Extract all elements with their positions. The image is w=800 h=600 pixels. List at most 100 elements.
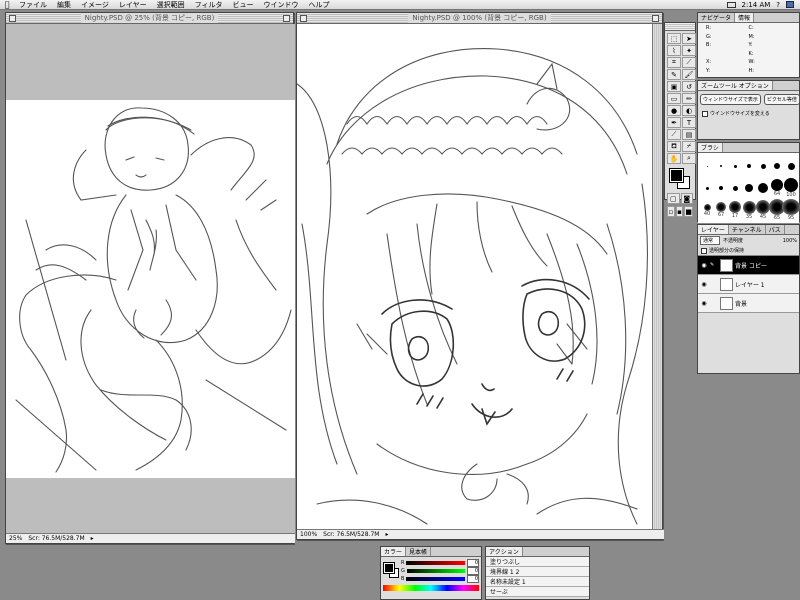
close-box-icon[interactable] xyxy=(9,15,16,22)
brush-preset[interactable] xyxy=(700,155,714,177)
photoshop-app-icon[interactable] xyxy=(786,1,794,8)
scratch-size[interactable]: Scr: 76.5M/528.7M xyxy=(28,535,84,542)
zoom-box-icon[interactable] xyxy=(283,15,290,22)
tab-swatches[interactable]: 見本帳 xyxy=(406,547,432,556)
brush-preset[interactable] xyxy=(714,155,728,177)
pencil-icon[interactable]: ✏ xyxy=(682,93,696,104)
menu-edit[interactable]: 編集 xyxy=(52,0,76,10)
tab-navigator[interactable]: ナビゲータ xyxy=(698,13,736,22)
document-window-large[interactable]: Nighty.PSD @ 100% (背景 コピー, RGB) 100% Scr… xyxy=(296,12,664,540)
brush-preset[interactable]: 45 xyxy=(756,199,770,221)
zoom-level[interactable]: 25% xyxy=(9,535,22,542)
screen-mode-menu-icon[interactable]: ▪ xyxy=(675,206,684,217)
brushes-palette[interactable]: ブラシ 64 100 40 67 17 35 45 65 95 xyxy=(697,142,800,223)
brush-preset[interactable] xyxy=(700,177,714,199)
menu-filter[interactable]: フィルタ xyxy=(190,0,228,10)
help-icon[interactable]: ? xyxy=(776,1,780,9)
menu-select[interactable]: 選択範囲 xyxy=(152,0,190,10)
canvas-large[interactable] xyxy=(297,24,653,530)
title-bar[interactable]: Nighty.PSD @ 100% (背景 コピー, RGB) xyxy=(297,13,662,24)
measure-icon[interactable]: ⟋ xyxy=(667,129,681,140)
tab-layers[interactable]: レイヤー xyxy=(698,225,729,234)
zoom-level[interactable]: 100% xyxy=(300,531,317,538)
brush-preset[interactable]: 35 xyxy=(742,199,756,221)
magic-wand-icon[interactable]: ✦ xyxy=(682,45,696,56)
brush-preset[interactable] xyxy=(756,177,770,199)
color-swatches[interactable] xyxy=(667,168,693,190)
screen-mode-standard-icon[interactable]: ▫ xyxy=(667,206,675,217)
slider-b-value[interactable]: 0 xyxy=(467,575,479,583)
tab-color[interactable]: カラー xyxy=(381,547,407,556)
monitor-icon[interactable] xyxy=(726,1,736,8)
brush-preset[interactable]: 95 xyxy=(782,199,800,221)
brush-preset[interactable]: 67 xyxy=(714,199,728,221)
document-window-small[interactable]: Nighty.PSD @ 25% (背景 コピー, RGB) 25% Scr: … xyxy=(5,12,295,544)
menubar-clock[interactable]: 2:14 AM xyxy=(742,1,771,9)
eraser-icon[interactable]: ▭ xyxy=(667,93,681,104)
action-item[interactable]: 塗りつぶし xyxy=(486,557,589,567)
layer-row[interactable]: ◉ 背景 xyxy=(698,294,799,313)
slider-b-track[interactable] xyxy=(406,577,465,581)
tab-paths[interactable]: パス xyxy=(766,225,785,234)
preserve-transparency-checkbox[interactable] xyxy=(701,247,707,254)
status-arrow-icon[interactable]: ▸ xyxy=(91,535,94,542)
tab-info[interactable]: 情報 xyxy=(735,13,755,22)
gradient-icon[interactable]: ▤ xyxy=(682,129,696,140)
quickmask-mode-icon[interactable]: ◙ xyxy=(680,193,693,204)
brush-preset[interactable] xyxy=(784,155,798,177)
opacity-value[interactable]: 100% xyxy=(783,238,797,244)
action-item[interactable]: 名称未設定 1 xyxy=(486,577,589,587)
stamp-icon[interactable]: ▣ xyxy=(667,81,681,92)
brush-preset[interactable] xyxy=(742,177,756,199)
menu-help[interactable]: ヘルプ xyxy=(304,0,335,10)
action-item[interactable]: せーぶ xyxy=(486,587,589,597)
menu-layer[interactable]: レイヤー xyxy=(114,0,152,10)
pen-icon[interactable]: ✒ xyxy=(667,117,681,128)
crop-icon[interactable]: ⌗ xyxy=(667,57,681,68)
brush-preset[interactable] xyxy=(728,155,742,177)
airbrush-icon[interactable]: ✎ xyxy=(667,69,681,80)
apple-menu-icon[interactable]:  xyxy=(0,0,14,9)
blend-mode-select[interactable]: 通常 xyxy=(700,236,721,245)
paintbrush-icon[interactable]: 🖌 xyxy=(682,69,696,80)
menu-image[interactable]: イメージ xyxy=(76,0,114,10)
title-bar[interactable]: Nighty.PSD @ 25% (背景 コピー, RGB) xyxy=(6,13,293,24)
info-palette[interactable]: ナビゲータ 情報 R: C: G: M: B: Y: K: X: W: Y: H… xyxy=(697,12,800,78)
brush-link-icon[interactable]: ✎ xyxy=(710,262,718,268)
slider-r-value[interactable]: 0 xyxy=(467,559,479,567)
status-arrow-icon[interactable]: ▸ xyxy=(385,531,388,538)
actual-pixels-button[interactable]: ピクセル等倍 xyxy=(763,94,800,105)
marquee-icon[interactable]: ⬚ xyxy=(667,33,681,44)
close-box-icon[interactable] xyxy=(300,15,307,22)
eye-icon[interactable]: ◉ xyxy=(698,262,710,269)
actions-palette[interactable]: アクション 塗りつぶし 境界線 1 2 名称未設定 1 せーぶ xyxy=(485,546,590,600)
lasso-icon[interactable]: ⌇ xyxy=(667,45,681,56)
history-brush-icon[interactable]: ↺ xyxy=(682,81,696,92)
blur-icon[interactable]: ● xyxy=(667,105,681,116)
tab-zoom-options[interactable]: ズームツール オプション xyxy=(698,81,773,90)
type-icon[interactable]: T xyxy=(682,117,696,128)
scratch-size[interactable]: Scr: 76.5M/528.7M xyxy=(323,531,379,538)
menu-file[interactable]: ファイル xyxy=(14,0,52,10)
color-palette[interactable]: カラー 見本帳 R 0 G 0 B 0 xyxy=(380,546,482,600)
tab-actions[interactable]: アクション xyxy=(486,547,523,556)
menu-view[interactable]: ビュー xyxy=(228,0,259,10)
eyedropper-icon[interactable]: ⌿ xyxy=(682,141,696,152)
menu-window[interactable]: ウインドウ xyxy=(259,0,304,10)
brush-preset[interactable] xyxy=(770,155,784,177)
palette-title-bar[interactable] xyxy=(665,23,695,31)
brush-preset[interactable] xyxy=(714,177,728,199)
brush-preset[interactable]: 100 xyxy=(784,177,798,199)
action-item[interactable]: 境界線 1 2 xyxy=(486,567,589,577)
brush-preset[interactable] xyxy=(756,155,770,177)
color-foreground-swatch[interactable] xyxy=(383,562,395,574)
zoom-icon[interactable]: ⌕ xyxy=(682,153,696,164)
zoom-box-icon[interactable] xyxy=(652,15,659,22)
hand-icon[interactable]: ✋ xyxy=(667,153,681,164)
fit-window-button[interactable]: ウィンドウサイズで表示 xyxy=(700,94,761,105)
vertical-scrollbar[interactable] xyxy=(652,24,662,530)
slider-g-value[interactable]: 0 xyxy=(467,567,479,575)
layer-row[interactable]: ◉ ✎ 背景 コピー xyxy=(698,256,799,275)
screen-mode-full-icon[interactable]: ■ xyxy=(684,206,693,217)
dodge-icon[interactable]: ◐ xyxy=(682,105,696,116)
